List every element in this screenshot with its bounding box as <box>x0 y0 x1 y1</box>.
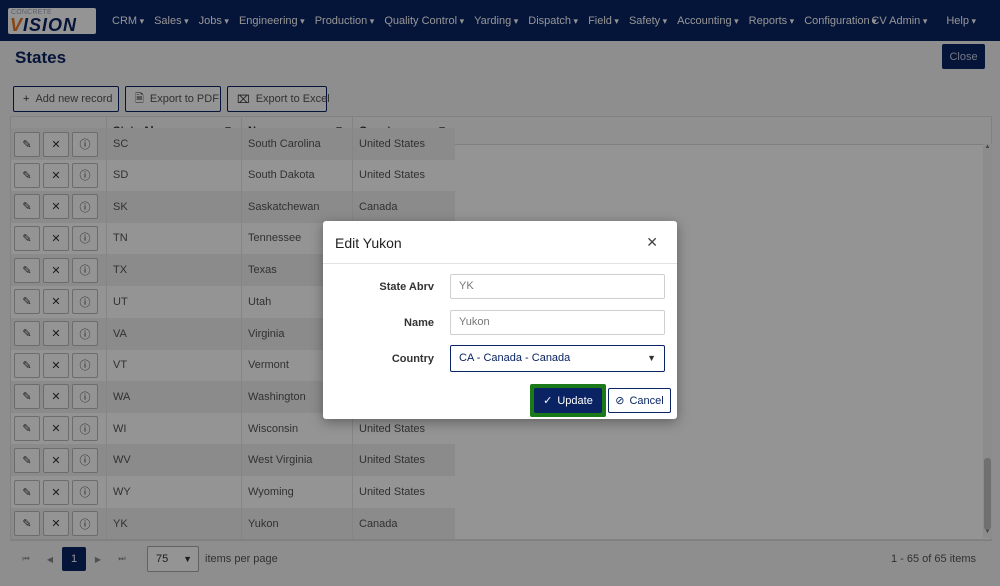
update-button-label: Update <box>557 394 593 407</box>
state-abrv-input[interactable]: YK <box>450 274 665 299</box>
dialog-divider <box>323 263 677 264</box>
update-button-focus-ring: ✓ Update <box>530 384 606 417</box>
state-abrv-label: State Abrv <box>379 281 434 293</box>
edit-dialog: Edit Yukon ✕ State Abrv YK Name Yukon Co… <box>323 221 677 419</box>
name-input[interactable]: Yukon <box>450 310 665 335</box>
country-select-value: CA - Canada - Canada <box>459 352 571 364</box>
cancel-circle-icon: ⊘ <box>615 395 625 407</box>
country-label: Country <box>391 353 434 365</box>
update-button[interactable]: ✓ Update <box>534 388 602 413</box>
cancel-button[interactable]: ⊘ Cancel <box>608 388 671 413</box>
chevron-down-icon: ▼ <box>647 353 656 363</box>
cancel-button-label: Cancel <box>629 394 664 407</box>
close-icon[interactable]: ✕ <box>646 234 658 251</box>
dialog-title: Edit Yukon <box>335 235 402 251</box>
checkmark-icon: ✓ <box>543 395 553 407</box>
name-label: Name <box>404 317 434 329</box>
country-select[interactable]: CA - Canada - Canada ▼ <box>450 345 665 372</box>
